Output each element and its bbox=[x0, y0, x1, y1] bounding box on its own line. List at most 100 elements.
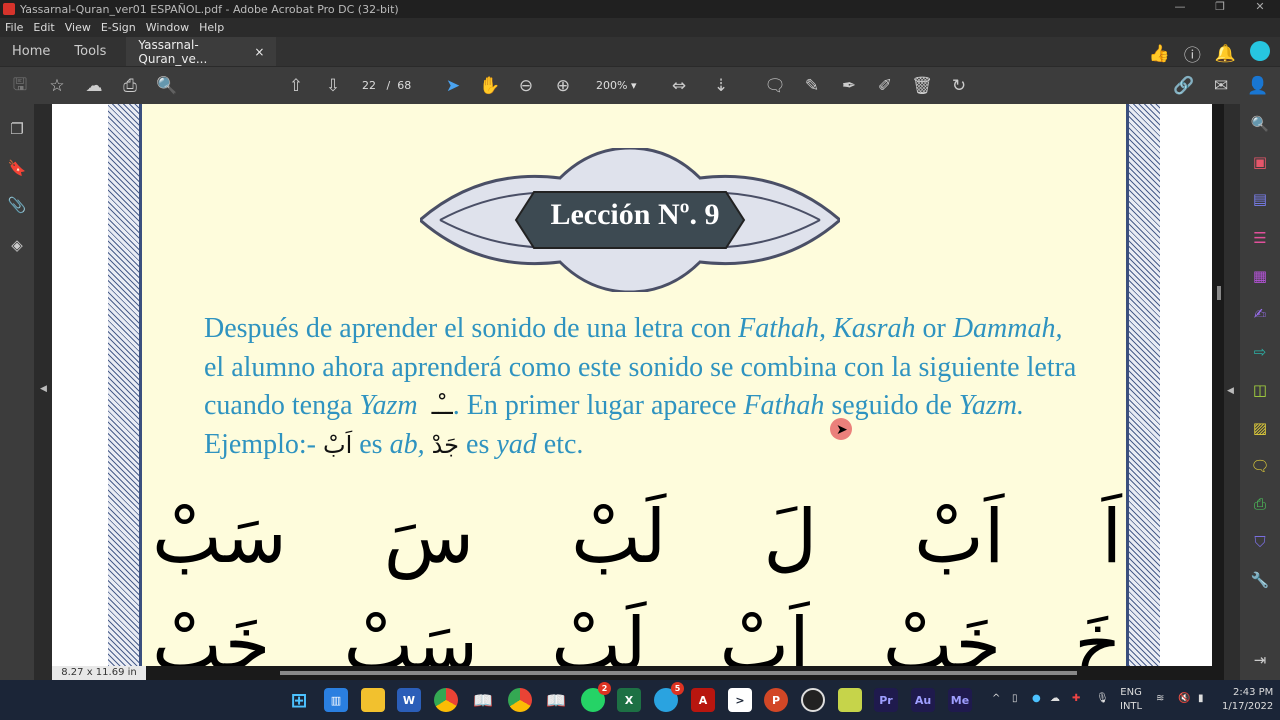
select-pointer-icon[interactable]: ➤ bbox=[442, 75, 464, 97]
send-for-review-icon[interactable]: ⇨ bbox=[1250, 342, 1270, 362]
comment-tool-icon[interactable]: 🗨 bbox=[1250, 456, 1270, 476]
zoom-in-icon[interactable]: ⊕ bbox=[552, 75, 574, 97]
excel-icon[interactable]: X bbox=[617, 688, 641, 712]
menu-esign[interactable]: E-Sign bbox=[96, 21, 141, 34]
vertical-scrollbar[interactable] bbox=[1212, 104, 1224, 666]
comment-icon[interactable]: 🗨 bbox=[764, 75, 786, 97]
horizontal-scroll-thumb[interactable] bbox=[280, 671, 1077, 675]
clock[interactable]: 2:43 PM 1/17/2022 bbox=[1222, 686, 1273, 714]
reader-icon[interactable]: 📖 bbox=[471, 688, 495, 712]
next-page-icon[interactable]: ⇩ bbox=[322, 75, 344, 97]
right-pane-toggle[interactable]: ◀ bbox=[1224, 104, 1240, 680]
help-icon[interactable]: ⓘ bbox=[1184, 41, 1201, 66]
more-tools-icon[interactable]: 🔧 bbox=[1250, 570, 1270, 590]
volume-muted-icon[interactable]: 🔇 bbox=[1178, 692, 1190, 706]
horizontal-scrollbar[interactable] bbox=[52, 666, 1224, 680]
obs-icon[interactable] bbox=[801, 688, 825, 712]
tab-close-button[interactable]: × bbox=[254, 45, 264, 59]
restore-button[interactable]: ❐ bbox=[1200, 0, 1240, 13]
highlight-icon[interactable]: ✎ bbox=[801, 75, 823, 97]
telegram-icon[interactable]: 5 bbox=[654, 682, 684, 712]
star-icon[interactable]: ☆ bbox=[46, 75, 68, 97]
premiere-icon[interactable]: Pr bbox=[874, 688, 898, 712]
zoom-select[interactable]: 200% ▾ bbox=[596, 79, 636, 92]
menu-view[interactable]: View bbox=[60, 21, 96, 34]
scroll-mode-icon[interactable]: ⇣ bbox=[710, 75, 732, 97]
document-viewer[interactable]: Lección Nº. 9 Después de aprender el son… bbox=[52, 104, 1212, 666]
trash-icon[interactable]: 🗑 bbox=[911, 75, 933, 97]
search-icon[interactable]: 🔍 bbox=[156, 75, 178, 97]
chrome-icon[interactable] bbox=[434, 688, 458, 712]
feedback-icon[interactable]: 👍 bbox=[1149, 41, 1170, 66]
menu-file[interactable]: File bbox=[0, 21, 28, 34]
audition-icon[interactable]: Au bbox=[911, 688, 935, 712]
file-explorer-icon[interactable] bbox=[361, 688, 385, 712]
minimize-button[interactable]: — bbox=[1160, 0, 1200, 13]
page-thumbnails-icon[interactable]: ❐ bbox=[8, 120, 26, 138]
protect-shield-icon[interactable]: ⛉ bbox=[1250, 532, 1270, 552]
upload-cloud-icon[interactable]: ☁ bbox=[83, 75, 105, 97]
vscode-icon[interactable]: > bbox=[728, 688, 752, 712]
page-fit-icon[interactable]: ⇔ bbox=[668, 75, 690, 97]
tray-app-icon[interactable]: ● bbox=[1032, 692, 1041, 706]
wifi-icon[interactable]: ≋ bbox=[1156, 692, 1164, 706]
whatsapp-icon[interactable]: 2 bbox=[581, 682, 611, 712]
battery-icon[interactable]: ▮ bbox=[1198, 692, 1204, 706]
layers-icon[interactable]: ◈ bbox=[8, 236, 26, 254]
share-link-icon[interactable]: 🔗 bbox=[1173, 75, 1195, 97]
tab-document[interactable]: Yassarnal-Quran_ve... × bbox=[126, 37, 277, 66]
media-encoder-icon[interactable]: Me bbox=[948, 688, 972, 712]
menu-edit[interactable]: Edit bbox=[28, 21, 59, 34]
sign-icon[interactable]: ✒ bbox=[838, 75, 860, 97]
compress-pdf-icon[interactable]: ▦ bbox=[1250, 266, 1270, 286]
start-icon[interactable]: ⊞ bbox=[287, 688, 311, 712]
usb-icon[interactable]: ▯ bbox=[1012, 692, 1018, 706]
powerpoint-icon[interactable]: P bbox=[764, 688, 788, 712]
left-pane-toggle[interactable]: ◀ bbox=[34, 104, 52, 680]
app-icon[interactable] bbox=[838, 688, 862, 712]
print-production-icon[interactable]: ⎙ bbox=[1250, 494, 1270, 514]
create-pdf-icon[interactable]: ▣ bbox=[1250, 152, 1270, 172]
email-icon[interactable]: ✉ bbox=[1210, 75, 1232, 97]
menu-window[interactable]: Window bbox=[141, 21, 194, 34]
collapse-arrow-icon[interactable]: ◀ bbox=[1227, 386, 1234, 396]
page-separator: / bbox=[386, 79, 391, 92]
save-icon[interactable]: 🖫 bbox=[9, 75, 31, 97]
acrobat-taskbar-icon[interactable]: A bbox=[691, 688, 715, 712]
tray-overflow-icon[interactable]: ^ bbox=[992, 692, 1000, 706]
organize-pages-icon[interactable]: ☰ bbox=[1250, 228, 1270, 248]
scan-ocr-icon[interactable]: ◫ bbox=[1250, 380, 1270, 400]
language-indicator[interactable]: ENG INTL bbox=[1120, 686, 1142, 714]
tray-app-icon-2[interactable]: ✚ bbox=[1072, 692, 1080, 706]
collapse-panel-icon[interactable]: ⇥ bbox=[1250, 650, 1270, 670]
tab-home[interactable]: Home bbox=[0, 37, 62, 66]
hand-icon[interactable]: ✋ bbox=[479, 75, 501, 97]
add-user-icon[interactable]: 👤 bbox=[1247, 75, 1269, 97]
previous-page-icon[interactable]: ⇧ bbox=[285, 75, 307, 97]
tab-tools[interactable]: Tools bbox=[62, 37, 118, 66]
attachment-icon[interactable]: 📎 bbox=[8, 196, 27, 214]
word-icon[interactable]: W bbox=[397, 688, 421, 712]
zoom-out-icon[interactable]: ⊖ bbox=[515, 75, 537, 97]
onedrive-icon[interactable]: ☁ bbox=[1050, 692, 1060, 706]
rotate-icon[interactable]: ↻ bbox=[948, 75, 970, 97]
avatar[interactable] bbox=[1250, 41, 1270, 61]
request-signature-icon[interactable]: ▨ bbox=[1250, 418, 1270, 438]
edit-pdf-icon[interactable]: ✐ bbox=[874, 75, 896, 97]
widgets-icon[interactable]: ▥ bbox=[324, 688, 348, 712]
reader-icon-2[interactable]: 📖 bbox=[544, 688, 568, 712]
fill-sign-icon[interactable]: ✍ bbox=[1250, 304, 1270, 324]
expand-arrow-icon[interactable]: ◀ bbox=[40, 384, 47, 394]
search-tools-icon[interactable]: 🔍 bbox=[1250, 114, 1270, 134]
bookmark-icon[interactable]: 🔖 bbox=[8, 159, 27, 177]
page-indicator[interactable]: 22 / 68 bbox=[362, 79, 411, 92]
export-pdf-icon[interactable]: ▤ bbox=[1250, 189, 1270, 209]
vertical-scroll-thumb[interactable] bbox=[1217, 286, 1221, 300]
bell-icon[interactable]: 🔔 bbox=[1215, 41, 1236, 66]
microphone-icon[interactable]: 🎙 bbox=[1096, 692, 1109, 706]
menu-help[interactable]: Help bbox=[194, 21, 229, 34]
print-icon[interactable]: ⎙ bbox=[119, 75, 141, 97]
close-window-button[interactable]: ✕ bbox=[1240, 0, 1280, 13]
chrome-profile-icon[interactable] bbox=[508, 688, 532, 712]
page-current[interactable]: 22 bbox=[362, 79, 376, 92]
